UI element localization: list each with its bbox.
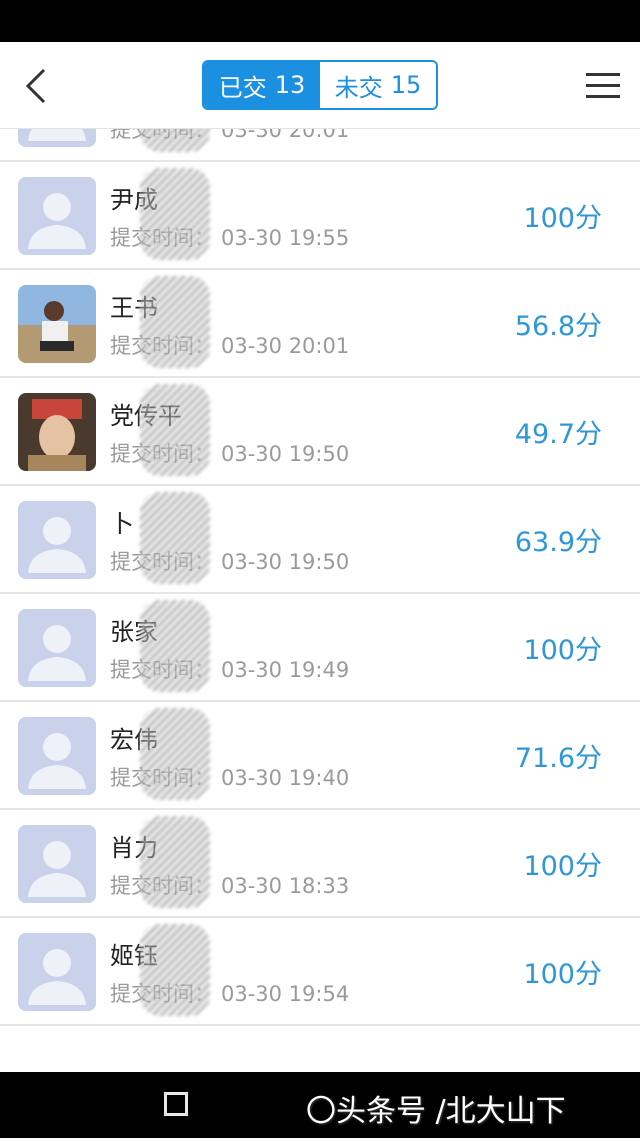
submit-time-value: 03-30 19:54 xyxy=(221,982,350,1006)
student-name: 卜 xyxy=(110,510,134,538)
redaction-smudge xyxy=(140,276,210,368)
submission-tabs: 已交 13 未交 15 xyxy=(202,60,438,110)
avatar xyxy=(18,609,96,687)
submit-time-value: 03-30 20:01 xyxy=(221,334,350,358)
list-item[interactable]: 尹成提交时间：03-30 19:55100分 xyxy=(0,162,640,270)
tab-submitted[interactable]: 已交 13 xyxy=(204,62,320,108)
submit-time-value: 03-30 19:50 xyxy=(221,442,350,466)
tab-not-submitted-count: 15 xyxy=(390,71,422,99)
redaction-smudge xyxy=(140,816,210,908)
avatar xyxy=(18,717,96,795)
submission-list: 赵恒提交时间：03-30 20:0185.5分尹成提交时间：03-30 19:5… xyxy=(0,90,640,1072)
hamburger-menu-icon xyxy=(586,73,620,98)
tab-not-submitted-label: 未交 xyxy=(334,73,383,102)
list-item[interactable]: 王书提交时间：03-30 20:0156.8分 xyxy=(0,270,640,378)
score: 100分 xyxy=(523,959,602,990)
redaction-smudge xyxy=(140,492,210,584)
tab-submitted-label: 已交 xyxy=(218,73,267,102)
list-item[interactable]: 党传平提交时间：03-30 19:5049.7分 xyxy=(0,378,640,486)
redaction-smudge xyxy=(140,708,210,800)
header: 已交 13 未交 15 xyxy=(0,42,640,129)
recent-apps-button[interactable] xyxy=(164,1092,188,1116)
score: 63.9分 xyxy=(514,527,602,558)
submit-time-value: 03-30 19:55 xyxy=(221,226,350,250)
avatar xyxy=(18,285,96,363)
avatar xyxy=(18,177,96,255)
list-item[interactable]: 姬钰提交时间：03-30 19:54100分 xyxy=(0,918,640,1026)
avatar xyxy=(18,825,96,903)
list-item[interactable]: 张家提交时间：03-30 19:49100分 xyxy=(0,594,640,702)
score: 100分 xyxy=(523,851,602,882)
avatar xyxy=(18,933,96,1011)
score: 100分 xyxy=(523,635,602,666)
avatar xyxy=(18,501,96,579)
back-button[interactable] xyxy=(20,66,56,106)
chevron-left-icon xyxy=(25,68,46,104)
tab-not-submitted[interactable]: 未交 15 xyxy=(320,62,436,108)
redaction-smudge xyxy=(140,600,210,692)
score: 100分 xyxy=(523,203,602,234)
score: 49.7分 xyxy=(514,419,602,450)
tab-submitted-count: 13 xyxy=(274,71,306,99)
status-bar xyxy=(0,0,640,42)
submit-time-value: 03-30 19:49 xyxy=(221,658,350,682)
redaction-smudge xyxy=(140,168,210,260)
redaction-smudge xyxy=(140,924,210,1016)
score: 71.6分 xyxy=(514,743,602,774)
redaction-smudge xyxy=(140,384,210,476)
submit-time-value: 03-30 18:33 xyxy=(221,874,350,898)
score: 56.8分 xyxy=(514,311,602,342)
list-item[interactable]: 卜提交时间：03-30 19:5063.9分 xyxy=(0,486,640,594)
submit-time-value: 03-30 19:50 xyxy=(221,550,350,574)
avatar xyxy=(18,393,96,471)
menu-button[interactable] xyxy=(584,70,622,102)
watermark: 〇头条号 /北大山下 xyxy=(306,1094,566,1129)
submit-time-value: 03-30 19:40 xyxy=(221,766,350,790)
list-item[interactable]: 肖力提交时间：03-30 18:33100分 xyxy=(0,810,640,918)
list-item[interactable]: 宏伟提交时间：03-30 19:4071.6分 xyxy=(0,702,640,810)
navigation-bar: 〇头条号 /北大山下 xyxy=(0,1072,640,1138)
